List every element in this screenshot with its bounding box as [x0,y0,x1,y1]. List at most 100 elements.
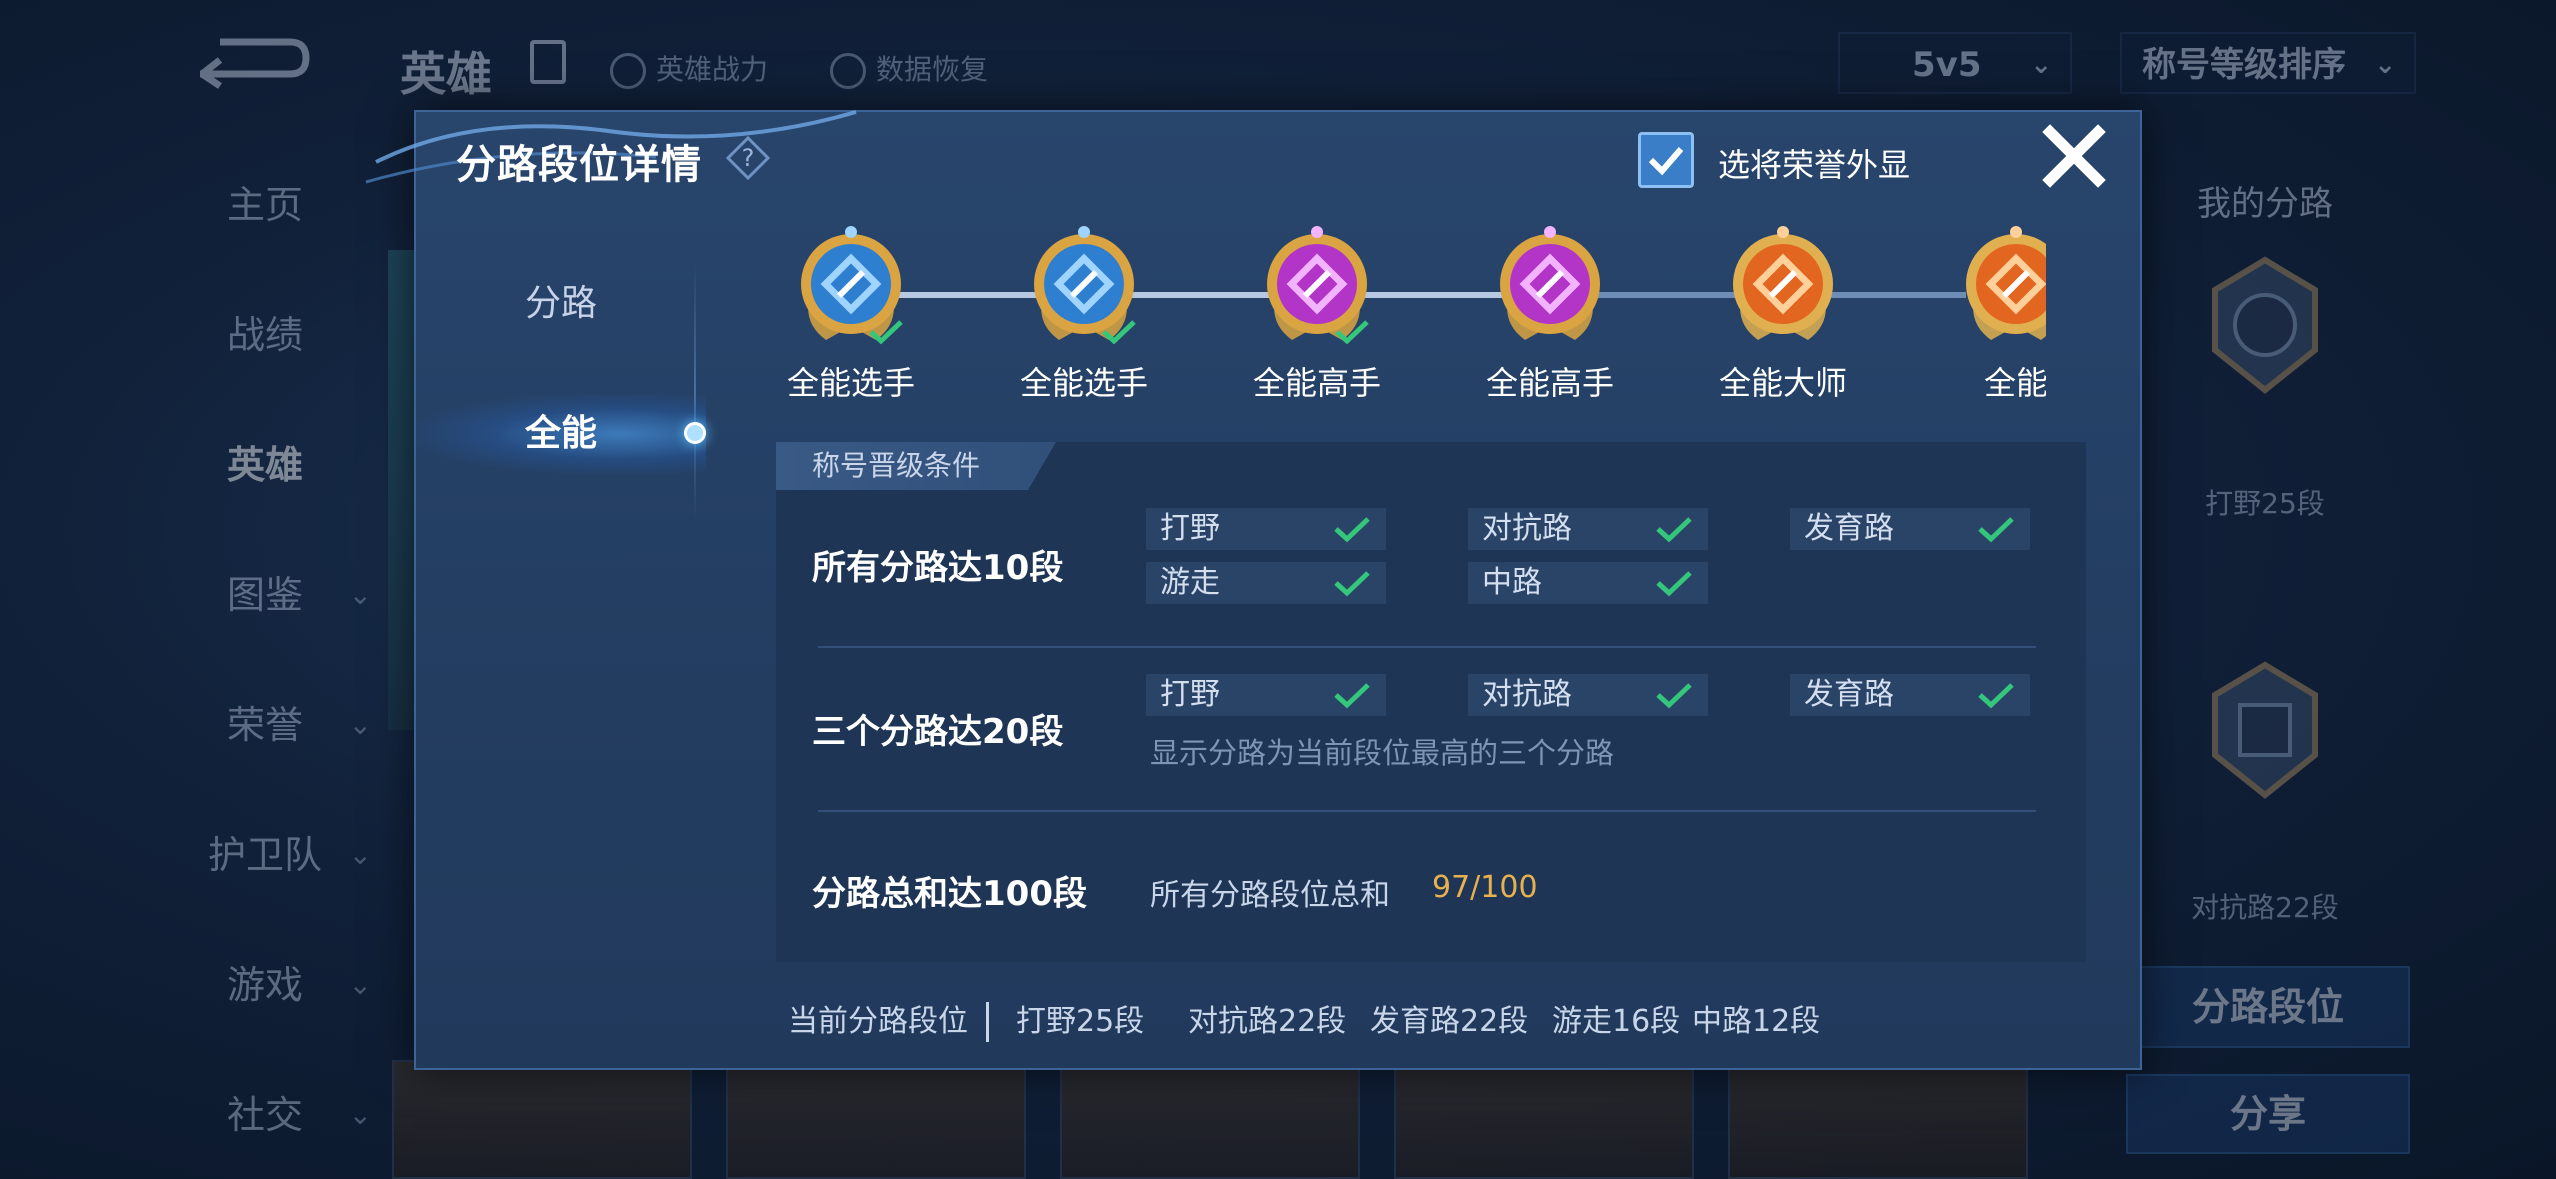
chevron-down-icon: ⌄ [348,1098,372,1131]
side-nav-record[interactable]: 战绩 [150,290,380,380]
tab-all-round-label: 全能 [524,413,597,454]
rank-medal[interactable]: 全能选手 [989,222,1179,402]
footer-lane-item: 发育路22段 [1370,1004,1529,1039]
rank-label: 全能大师 [1718,364,1847,402]
check-icon [1335,320,1369,345]
condition-title: 三个分路达20段 [812,712,1064,752]
footer-lane-item: 打野25段 [1016,1004,1145,1039]
modal-title: 分路段位详情 [456,142,702,188]
close-icon[interactable] [2038,120,2110,192]
restore-icon [830,53,866,89]
conditions-header: 称号晋级条件 [776,442,1056,490]
show-honor-label: 选将荣誉外显 [1718,146,1911,184]
rank-medal[interactable]: 全能高手 [1455,222,1645,402]
top-lane-rank-emblem-icon [2212,661,2318,799]
condition-note: 显示分路为当前段位最高的三个分路 [1150,736,1615,770]
hero-card[interactable] [1728,1060,2028,1179]
side-nav-label: 英雄 [226,443,303,487]
side-nav-label: 社交 [226,1093,303,1137]
lane-pill: 发育路 [1790,508,2030,550]
footer-lane-item: 游走16段 [1552,1004,1681,1039]
rank-emblem-icon [1966,226,2046,340]
my-lane-item: 对抗路22段 [2191,891,2339,924]
rank-label: 全能 [1983,364,2046,402]
lane-pill-label: 游走 [1160,565,1220,600]
check-icon [1334,517,1370,543]
check-icon [1656,571,1692,597]
rank-medal[interactable]: 全能选手 [756,222,946,402]
sum-value: 97/100 [1432,870,1538,905]
rank-label: 全能选手 [786,364,915,402]
lane-rank-button[interactable]: 分路段位 [2126,966,2410,1048]
lane-pill: 打野 [1146,508,1386,550]
my-lane-item: 打野25段 [2205,487,2325,520]
side-nav-honor[interactable]: 荣誉 ⌄ [150,680,380,770]
rank-medal[interactable]: 全能 [1921,222,2046,402]
lane-pill-label: 打野 [1160,677,1220,712]
side-nav-label: 图鉴 [226,573,303,617]
tab-lane[interactable]: 分路 [416,264,706,344]
hero-card[interactable] [1060,1060,1360,1179]
sum-label: 所有分路段位总和 [1150,878,1390,913]
helmet-icon [610,53,646,89]
checkmark-icon [1648,147,1684,176]
hero-card[interactable] [1394,1060,1694,1179]
chevron-down-icon: ⌄ [348,838,372,871]
svg-text:?: ? [742,144,755,172]
rank-emblem-icon [1500,226,1600,340]
sort-select[interactable]: 称号等级排序 ⌄ [2120,32,2416,94]
chevron-down-icon: ⌄ [2374,50,2396,80]
rank-label: 全能高手 [1252,364,1381,402]
check-icon [1334,571,1370,597]
check-icon [869,320,903,345]
side-nav-label: 护卫队 [207,833,322,877]
side-nav-hero[interactable]: 英雄 [150,420,380,510]
lane-pill-label: 发育路 [1804,677,1894,712]
chevron-down-icon: ⌄ [348,578,372,611]
side-nav-home[interactable]: 主页 [150,160,380,250]
side-nav-game[interactable]: 游戏 ⌄ [150,940,380,1030]
check-icon [1656,517,1692,543]
lane-pill-label: 发育路 [1804,511,1894,546]
side-nav-social[interactable]: 社交 ⌄ [150,1070,380,1160]
promotion-conditions: 称号晋级条件 所有分路达10段 打野 对抗路 发育路 游走 中路 三个分路达20… [776,442,2086,962]
hero-power-label: 英雄战力 [656,53,769,86]
lane-pill: 打野 [1146,674,1386,716]
side-nav-label: 游戏 [226,963,303,1007]
show-honor-checkbox[interactable] [1638,132,1694,188]
rank-medal[interactable]: 全能大师 [1688,222,1878,402]
check-icon [1656,683,1692,709]
rank-label: 全能高手 [1485,364,1614,402]
data-recover-label: 数据恢复 [876,53,989,86]
mode-select-value: 5v5 [1912,45,1982,85]
hero-card[interactable] [392,1060,692,1179]
check-icon [1978,517,2014,543]
side-nav-codex[interactable]: 图鉴 ⌄ [150,550,380,640]
footer-title: 当前分路段位 [788,1004,968,1039]
hero-power-link[interactable]: 英雄战力 [610,48,768,89]
sort-select-value: 称号等级排序 [2142,45,2346,85]
lane-pill-label: 对抗路 [1482,677,1572,712]
rank-label: 全能选手 [1019,364,1148,402]
back-arrow-icon[interactable] [190,30,310,90]
rank-medal[interactable]: 全能高手 [1222,222,1412,402]
lane-pill-label: 中路 [1482,565,1542,600]
lane-rank-detail-modal: 分路段位详情 ? 选将荣誉外显 分路 全能 全能选手 全能选手 全能高手 全能高手 全能… [365,110,2142,1070]
lane-pill: 对抗路 [1468,674,1708,716]
condition-title: 分路总和达100段 [812,874,1087,914]
side-nav-guard[interactable]: 护卫队 ⌄ [150,810,380,900]
divider [818,810,2036,812]
document-icon[interactable] [530,40,566,84]
my-lanes-title: 我的分路 [2197,184,2333,224]
tab-all-round[interactable]: 全能 [416,394,706,474]
data-recover-link[interactable]: 数据恢复 [830,48,988,89]
hero-card[interactable] [726,1060,1026,1179]
active-dot-icon [684,422,706,444]
lane-pill: 发育路 [1790,674,2030,716]
hero-card-list [392,1060,2052,1179]
share-button[interactable]: 分享 [2126,1074,2410,1154]
lane-pill-label: 对抗路 [1482,511,1572,546]
mode-select[interactable]: 5v5 ⌄ [1838,32,2072,94]
help-icon[interactable]: ? [726,136,770,180]
lane-pill: 对抗路 [1468,508,1708,550]
